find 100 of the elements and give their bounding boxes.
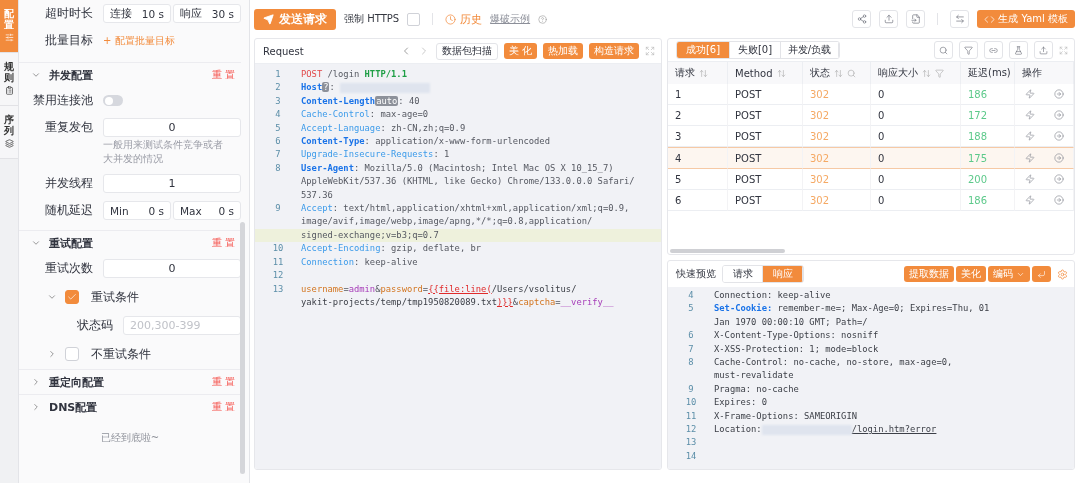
code-line: yakit-projects/temp/tmp1950820089.txt)}}&captcha=__verify__ [301,295,614,309]
chevron-down-icon[interactable] [47,292,57,302]
code-line: Content-Length auto: 40 [301,94,420,108]
table-cell: 302 [803,169,871,190]
table-cell: 1 [668,84,728,105]
link-icon [989,45,998,55]
check-icon [67,292,77,302]
arrow-circle-icon [1053,153,1064,163]
line-number: 4 [274,108,282,122]
code-line: username=admin&password={{file:line(/Users/vsolitus/ [301,282,577,296]
scrollbar-thumb[interactable] [240,222,245,474]
side-tab[interactable]: 配置 [0,0,18,53]
code-line: POST /login HTTP/1.1 [301,68,407,81]
line-number: 6 [687,329,695,343]
reset-link[interactable]: 重 置 [211,400,235,414]
preview-tab[interactable]: 请求 [723,266,763,282]
code-line: X-Content-Type-Options: nosniff [714,329,879,343]
share-button[interactable] [852,10,872,28]
input-field[interactable]: 200,300-399 [123,316,241,335]
file-icon [910,14,921,24]
scan-button[interactable]: 数据包扫描 [435,42,498,60]
checkbox-label: 重试条件 [91,288,139,306]
link-button[interactable] [984,41,1003,59]
table-cell: 186 [961,84,1015,105]
code-line: User-Agent: Mozilla/5.0 (Macintosh; Intel Mac OS X 10_15_7) [301,161,614,175]
encoding-dropdown[interactable]: 编码 [988,266,1030,282]
input-field[interactable]: 连接 10 s [103,4,171,23]
column-header: 请求 [675,66,695,80]
sort-icon [834,68,843,78]
history-link[interactable]: 历史 [445,11,483,27]
chevron-right-icon [31,402,41,412]
arrow-circle-icon [1053,89,1064,99]
filter-button[interactable] [959,41,978,59]
code-line: Accept-Language: zh-CN,zh;q=0.9 [301,121,466,135]
input-field[interactable]: Min 0 s [103,201,171,220]
reset-link[interactable]: 重 置 [211,375,235,389]
section-title: DNS配置 [49,399,99,415]
code-line: Cache-Control: no-cache, no-store, max-age=0, [714,356,953,370]
chevron-down-icon [31,70,41,80]
table-cell: 302 [803,126,871,147]
code-line: Cache-Control: max-age=0 [301,108,429,122]
input-field[interactable]: 1 [103,174,241,193]
checkbox[interactable] [407,12,421,26]
input-field[interactable]: Max 0 s [173,201,241,220]
table-cell: 200 [961,169,1015,190]
example-link[interactable]: 爆破示例 [490,12,531,26]
flask-icon [1014,45,1023,55]
toolbar-button[interactable]: 美化 [956,266,986,282]
return-icon [1037,269,1046,279]
input-field[interactable]: 0 [103,259,241,278]
section-title: 重定向配置 [49,374,105,390]
line-number: 1 [274,68,282,81]
side-tab[interactable]: 规则 [0,53,18,106]
line-number: 6 [274,135,282,149]
toolbar-button[interactable]: 美 化 [503,43,537,59]
field-label: 并发线程 [44,175,94,192]
table-cell: 3 [668,126,728,147]
line-number: 8 [274,161,282,175]
table-cell: 186 [961,190,1015,211]
lightning-icon [1024,153,1035,163]
toolbar-button[interactable]: 构造请求 [589,43,639,59]
input-field[interactable]: 响应 30 s [173,4,241,23]
reset-link[interactable]: 重 置 [211,236,235,250]
input-field[interactable]: 0 [103,118,241,137]
https-label: 强制 HTTPS [344,12,400,26]
checkbox[interactable] [65,347,79,361]
line-number: 10 [684,396,698,410]
generate-yaml-button[interactable]: 生成 Yaml 模板 [977,10,1075,28]
line-number: 5 [274,121,282,135]
code-line: Host?: [301,81,431,95]
batch-target-link[interactable]: + 配置批量目标 [103,33,175,48]
table-cell: 175 [961,147,1015,169]
checkbox-label: 不重试条件 [91,345,151,363]
table-cell: 0 [871,84,961,105]
reset-link[interactable]: 重 置 [211,68,235,82]
column-header: 响应大小 [878,66,918,80]
checkbox[interactable] [65,290,79,304]
toolbar-button[interactable]: 提取数据 [904,266,954,282]
export-button[interactable] [1034,41,1053,59]
upload-icon [1039,45,1048,55]
field-label: 随机延迟 [44,202,94,219]
flask-button[interactable] [1009,41,1028,59]
table-cell: POST [728,84,803,105]
field-label: 重试次数 [44,260,94,277]
chevron-right-icon[interactable] [47,349,57,359]
preview-tab[interactable]: 响应 [763,266,803,282]
table-cell: 302 [803,84,871,105]
swap-button[interactable] [950,10,970,28]
side-tab[interactable]: 序列 [0,106,18,159]
result-tab[interactable]: 成功[6] [677,42,730,58]
toolbar-button[interactable]: 热加载 [543,43,583,59]
toggle-switch[interactable] [103,95,123,106]
line-number: 9 [274,202,282,216]
wrap-button[interactable] [1032,266,1051,282]
send-request-button[interactable]: 发送请求 [254,8,336,30]
panel-title: 快速预览 [676,267,716,281]
import-button[interactable] [906,10,926,28]
export-button[interactable] [879,10,899,28]
search-button[interactable] [934,41,953,59]
code-line: Pragma: no-cache [714,382,799,396]
